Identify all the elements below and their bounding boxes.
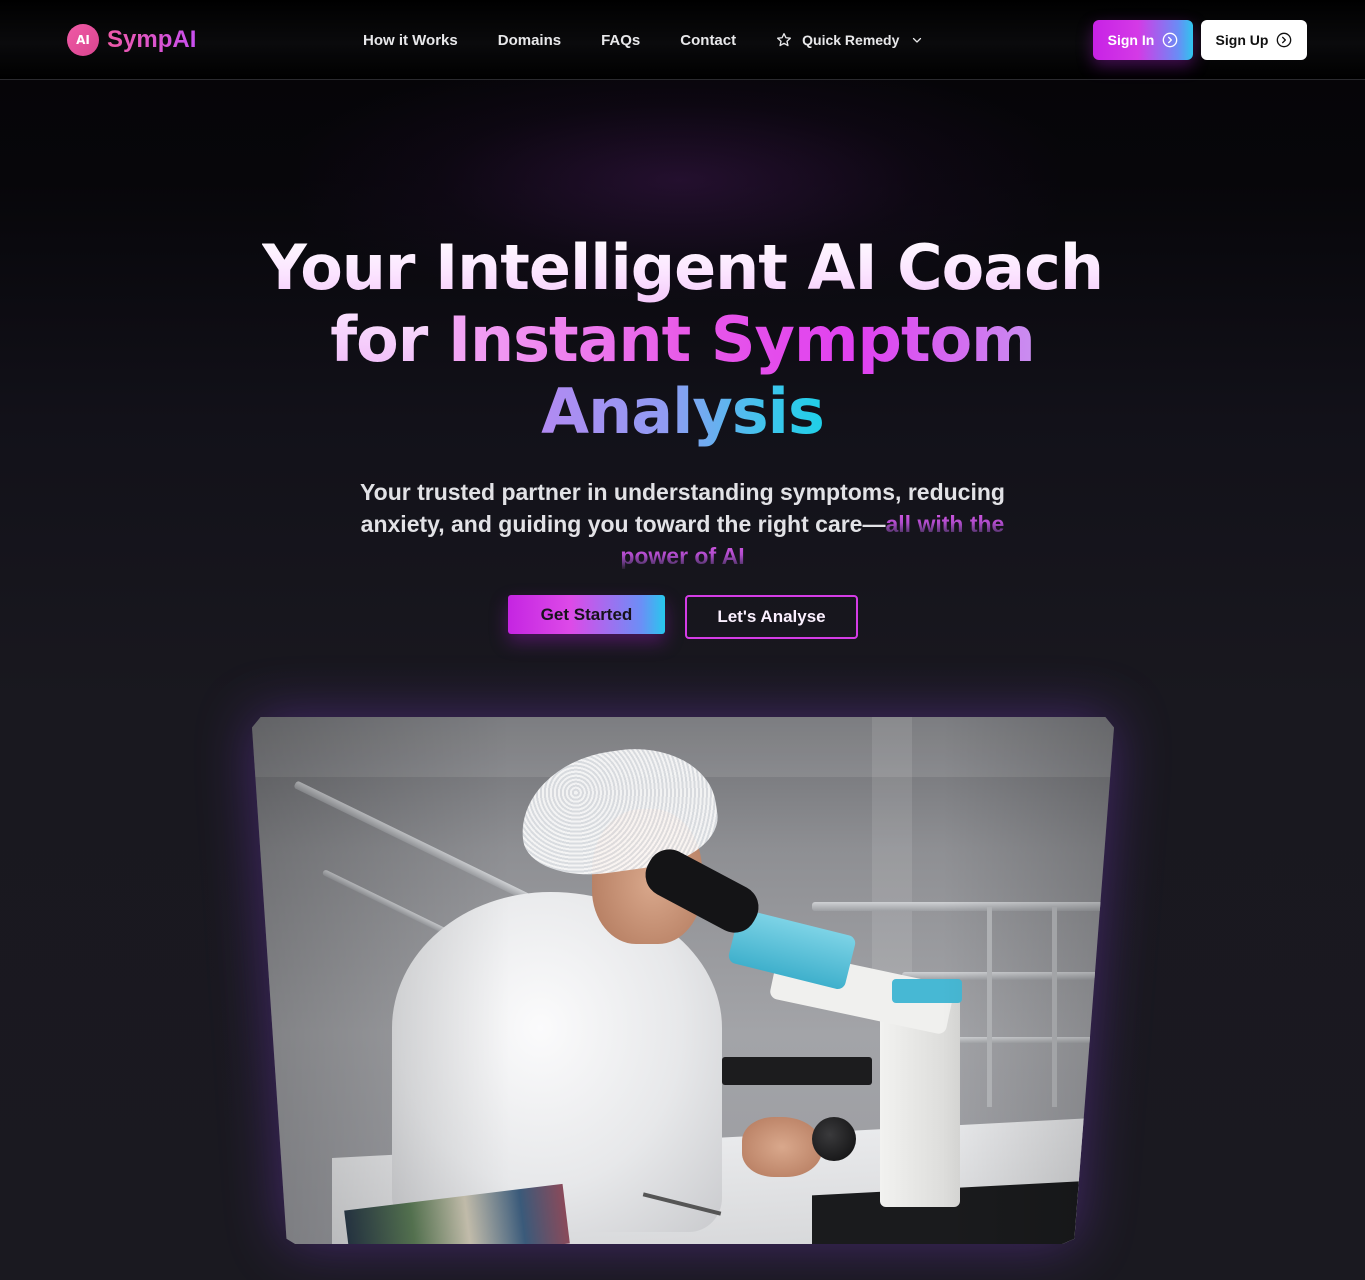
nav-link-contact[interactable]: Contact [680,32,736,49]
lets-analyse-button[interactable]: Let's Analyse [685,595,858,639]
star-icon [777,33,792,47]
nav-link-how-it-works[interactable]: How it Works [363,32,458,49]
hero-title-line-2: for Instant Symptom [0,304,1365,376]
hero-title-line-1: Your Intelligent AI Coach [0,232,1365,304]
hero-title-text-2b: Instant Symptom [447,303,1036,376]
logo-badge: AI [67,24,99,56]
hero-title: Your Intelligent AI Coach for Instant Sy… [0,232,1365,448]
hero-title-text-2a: for [330,303,448,376]
hero-title-text-1: Your Intelligent AI Coach [261,231,1104,304]
hero-subtitle: Your trusted partner in understanding sy… [352,476,1013,572]
sign-up-label: Sign Up [1215,32,1269,48]
sign-in-button[interactable]: Sign In [1093,20,1193,60]
logo-text: SympAI [107,26,197,53]
nav-link-faqs[interactable]: FAQs [601,32,640,49]
hero-image-frame [252,717,1114,1244]
arrow-right-circle-icon [1277,32,1292,48]
nav-links: How it Works Domains FAQs Contact Quick … [363,30,923,50]
hero-image-scientist-microscope [252,717,1114,1244]
sign-in-label: Sign In [1107,32,1155,48]
quick-remedy-dropdown[interactable]: Quick Remedy [776,32,923,48]
chevron-down-icon [913,37,922,43]
quick-remedy-label: Quick Remedy [802,32,900,48]
logo[interactable]: AI SympAI [67,24,196,56]
get-started-button[interactable]: Get Started [508,595,665,634]
image-shade [252,717,1114,1244]
hero-title-text-3: Analysis [541,375,825,448]
nav-link-domains[interactable]: Domains [498,32,561,49]
sign-up-button[interactable]: Sign Up [1201,20,1307,60]
hero-title-line-3: Analysis [0,376,1365,448]
navbar: AI SympAI How it Works Domains FAQs Cont… [0,0,1365,80]
arrow-right-circle-icon [1162,32,1178,48]
